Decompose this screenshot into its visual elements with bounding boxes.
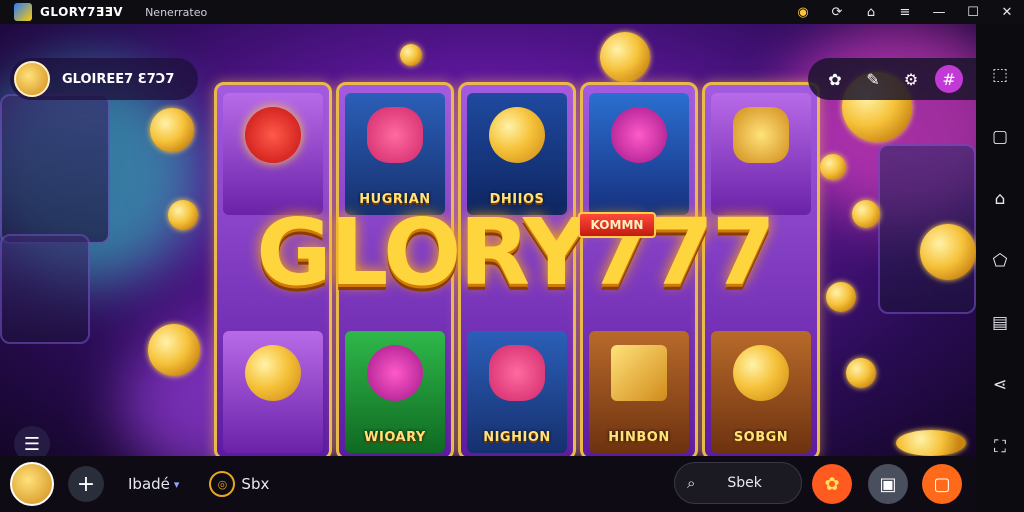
ingot-icon <box>367 107 423 163</box>
top-tools: ✿ ✎ ⚙ # <box>808 58 976 100</box>
avatar[interactable] <box>14 61 50 97</box>
label-left[interactable]: Ibadé <box>128 475 170 493</box>
settings-icon[interactable]: ✿ <box>821 65 849 93</box>
app-logo-icon <box>14 3 32 21</box>
close-icon[interactable]: ✕ <box>990 0 1024 24</box>
reel-tile: WIOARY <box>345 331 445 453</box>
search-icon: ⌕ <box>687 474 696 492</box>
pen-icon[interactable]: ✎ <box>859 65 887 93</box>
gold-coin-icon <box>489 107 545 163</box>
chevron-down-icon[interactable]: ▾ <box>174 478 180 491</box>
tile-label: NIGHION <box>483 430 551 445</box>
grid-icon[interactable]: # <box>935 65 963 93</box>
coin-icon <box>150 108 194 152</box>
home-icon[interactable]: ⌂ <box>854 0 888 24</box>
share-icon[interactable]: ⋖ <box>976 354 1024 416</box>
reel-tile: NIGHION <box>467 331 567 453</box>
window-controls: ◉ ⟳ ⌂ ≡ — ☐ ✕ <box>786 0 1024 24</box>
coin-icon <box>846 358 876 388</box>
right-sidebar: ⬚ ▢ ⌂ ⬠ ▤ ⋖ ⛶ <box>976 24 1024 512</box>
avatar[interactable] <box>10 462 54 506</box>
background-slot-machine <box>0 94 110 244</box>
coin-icon <box>920 224 976 280</box>
reel-tile <box>223 331 323 453</box>
maximize-icon[interactable]: ☐ <box>956 0 990 24</box>
coin-icon <box>168 200 198 230</box>
coin-label[interactable]: Sbx <box>241 475 269 493</box>
coin-icon[interactable]: ◉ <box>786 0 820 24</box>
coin-icon: ◎ <box>209 471 236 497</box>
app-title: GLORY7ƎƎV <box>40 5 124 19</box>
ruby-icon <box>245 107 301 163</box>
shape-icon[interactable]: ⬠ <box>976 230 1024 292</box>
coin-icon <box>400 44 422 66</box>
refresh-icon[interactable]: ⟳ <box>820 0 854 24</box>
tile-label: WIOARY <box>364 430 426 445</box>
gold-bar-icon <box>611 345 667 401</box>
coin-icon <box>852 200 880 228</box>
coin-icon <box>148 324 200 376</box>
home-icon[interactable]: ⌂ <box>976 168 1024 230</box>
window-titlebar: GLORY7ƎƎV Nenerrateo ◉ ⟳ ⌂ ≡ — ☐ ✕ <box>0 0 1024 24</box>
screen-icon[interactable]: ⬚ <box>976 44 1024 106</box>
app-subtitle: Nenerrateo <box>145 5 208 19</box>
square-button[interactable]: ▢ <box>922 464 962 504</box>
coin-icon <box>820 154 846 180</box>
coin-icon <box>896 430 966 456</box>
search-button[interactable]: ⌕ Sbek <box>674 462 802 504</box>
window-icon[interactable]: ▢ <box>976 106 1024 168</box>
coin-icon <box>826 282 856 312</box>
tile-label: HINBON <box>608 430 670 445</box>
monster-icon <box>367 345 423 401</box>
reel-tile: SOBGN <box>711 331 811 453</box>
background-slot-machine <box>0 234 90 344</box>
gear-icon[interactable]: ⚙ <box>897 65 925 93</box>
flower-button[interactable]: ✿ <box>812 464 852 504</box>
menu-icon[interactable]: ≡ <box>888 0 922 24</box>
treasure-icon <box>733 107 789 163</box>
game-logo-text: GLORY777 <box>256 198 776 306</box>
image-icon[interactable]: ▤ <box>976 292 1024 354</box>
player-chip[interactable]: GLOIREE7 Ɛ7Ɔ7 <box>10 58 198 100</box>
game-viewport[interactable]: HUGRIAN WIOARY DHIIOS NIGHION HINBON SOB… <box>0 24 976 456</box>
player-name: GLOIREE7 Ɛ7Ɔ7 <box>62 71 175 87</box>
tile-label: SOBGN <box>733 430 789 445</box>
coin-icon <box>600 32 650 82</box>
gold-coin-icon <box>245 345 301 401</box>
gold-coin-icon <box>733 345 789 401</box>
expand-icon[interactable]: ⛶ <box>976 416 1024 478</box>
search-label: Sbek <box>727 475 762 491</box>
minimize-icon[interactable]: — <box>922 0 956 24</box>
bottom-bar: + Ibadé ▾ ◎ Sbx ⌕ Sbek ✿ ▣ ▢ <box>0 456 976 512</box>
win-badge: KOMMN <box>578 212 656 238</box>
monster-icon <box>611 107 667 163</box>
crop-button[interactable]: ▣ <box>868 464 908 504</box>
add-icon[interactable]: + <box>68 466 104 502</box>
reel-tile: HINBON <box>589 331 689 453</box>
menu-icon[interactable]: ☰ <box>14 426 50 456</box>
ingot-icon <box>489 345 545 401</box>
